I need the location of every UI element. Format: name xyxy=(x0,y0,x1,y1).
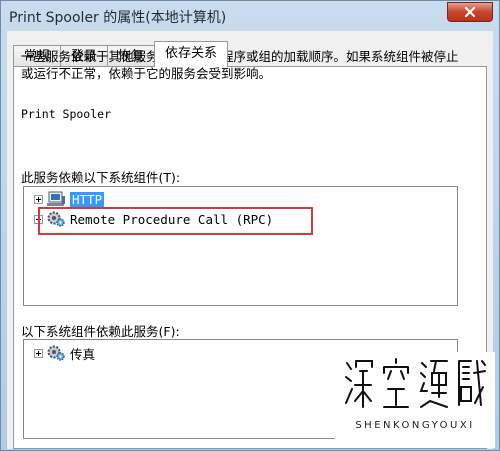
tree-item-http[interactable]: HTTP xyxy=(34,190,105,208)
service-name: Print Spooler xyxy=(21,107,112,121)
dependents-label: 以下系统组件依赖此服务(F): xyxy=(21,324,180,339)
depends-on-label: 此服务依赖以下系统组件(T): xyxy=(21,170,181,185)
tree-item-fax[interactable]: 传真 xyxy=(34,344,95,362)
watermark-logo: SHENKONGYOUXI xyxy=(335,352,495,448)
watermark-char-2 xyxy=(383,358,410,408)
close-icon xyxy=(464,6,476,18)
tab-dependencies[interactable]: 依存关系 xyxy=(154,41,229,67)
expand-icon[interactable] xyxy=(34,348,43,358)
highlight-annotation xyxy=(38,207,313,235)
watermark-char-1 xyxy=(345,360,373,408)
dependencies-description: 一些服务依赖于其他服务、系统驱动程序或组的加载顺序。如果系统组件被停止或运行不正… xyxy=(21,49,459,81)
service-gear-icon xyxy=(47,345,65,361)
watermark-glyphs xyxy=(343,354,487,416)
watermark-char-4 xyxy=(457,360,486,406)
tree-item-label: HTTP xyxy=(70,191,105,207)
window-title: Print Spooler 的属性(本地计算机) xyxy=(9,10,227,26)
driver-icon xyxy=(47,191,65,206)
expand-icon[interactable] xyxy=(34,194,43,204)
depends-on-tree[interactable]: HTTP Remote Procedure Call (RPC) xyxy=(23,186,458,306)
watermark-subtext: SHENKONGYOUXI xyxy=(355,420,475,431)
title-bar[interactable]: Print Spooler 的属性(本地计算机) xyxy=(1,1,499,31)
close-button[interactable] xyxy=(447,2,493,22)
tree-item-label: 传真 xyxy=(70,346,96,362)
watermark-char-3 xyxy=(419,360,448,408)
